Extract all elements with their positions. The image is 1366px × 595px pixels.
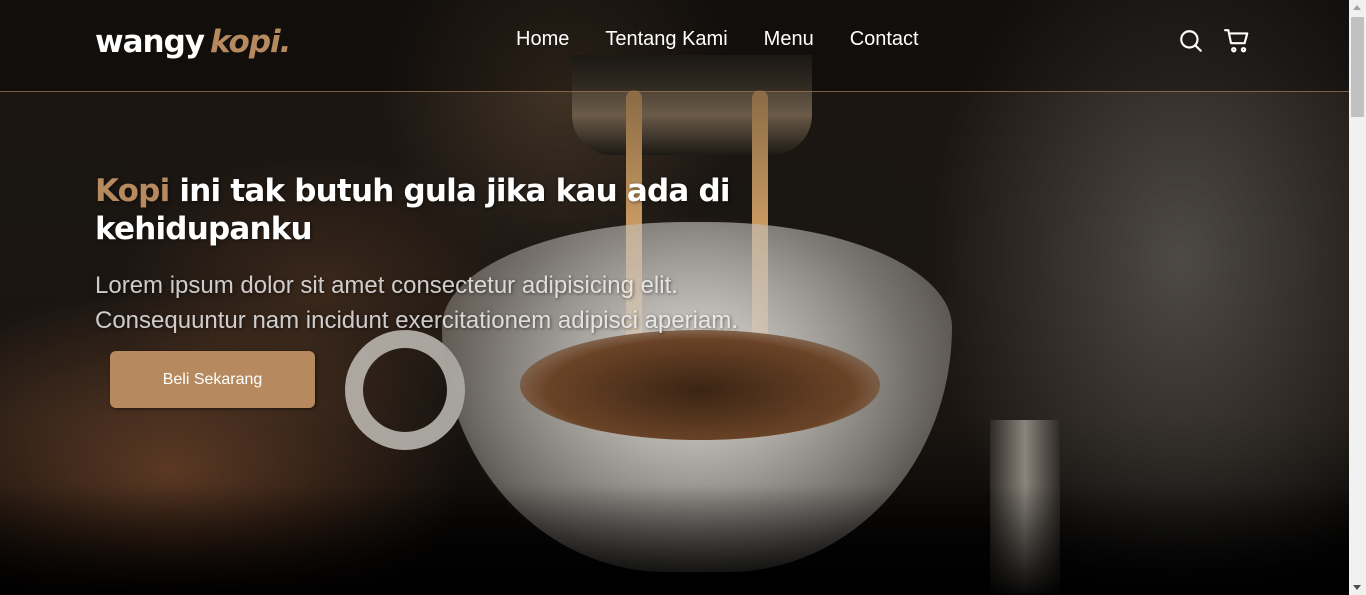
scrollbar[interactable]: [1349, 0, 1366, 595]
nav-link-menu[interactable]: Menu: [764, 28, 814, 51]
hero-content: Kopi ini tak butuh gula jika kau ada di …: [95, 172, 815, 338]
scroll-up-icon[interactable]: [1353, 5, 1361, 10]
brand-name: wangy: [95, 24, 205, 60]
beli-sekarang-button[interactable]: Beli Sekarang: [110, 351, 315, 408]
scroll-down-icon[interactable]: [1353, 585, 1361, 590]
headline-text: ini tak butuh gula jika kau ada di kehid…: [95, 173, 731, 247]
hero-headline: Kopi ini tak butuh gula jika kau ada di …: [95, 172, 815, 248]
nav-link-tentang-kami[interactable]: Tentang Kami: [605, 28, 727, 51]
nav-link-home[interactable]: Home: [516, 28, 569, 51]
nav-links: Home Tentang Kami Menu Contact: [516, 28, 919, 51]
brand-accent: kopi.: [210, 24, 291, 60]
nav-link-contact[interactable]: Contact: [850, 28, 919, 51]
headline-accent: Kopi: [95, 173, 170, 209]
navbar: wangy kopi. Home Tentang Kami Menu Contac…: [0, 0, 1349, 92]
nav-icons: [1178, 28, 1250, 54]
scroll-thumb[interactable]: [1351, 17, 1364, 117]
brand-logo[interactable]: wangy kopi.: [95, 24, 291, 60]
hero-image-coffee: [520, 330, 880, 440]
search-icon[interactable]: [1178, 28, 1204, 54]
hero-fade: [0, 485, 1349, 595]
hero-subtext: Lorem ipsum dolor sit amet consectetur a…: [95, 272, 739, 334]
cart-icon[interactable]: [1224, 28, 1250, 54]
